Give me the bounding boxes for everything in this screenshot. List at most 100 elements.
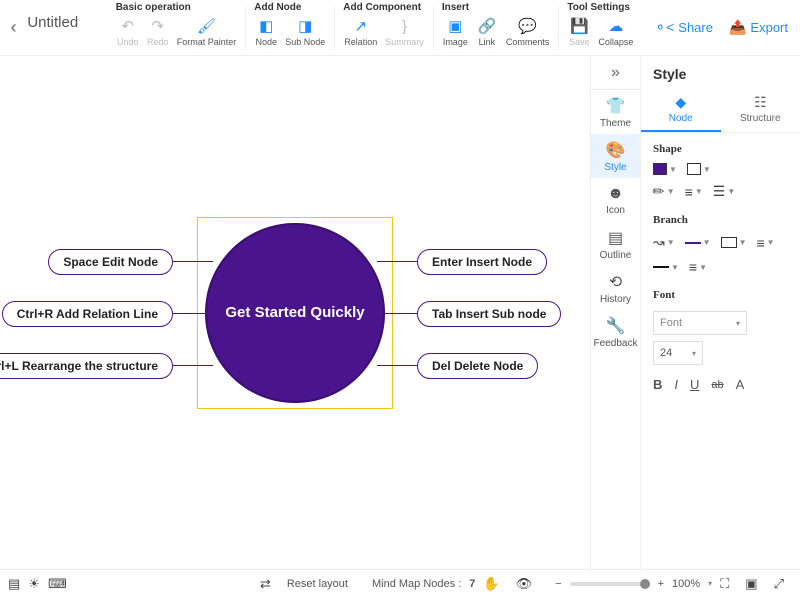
main-area: Get Started Quickly Enter Insert Node Ta…	[0, 56, 800, 569]
zoom-in-button[interactable]: +	[658, 578, 664, 590]
share-button[interactable]: ⚬<Share	[654, 19, 713, 36]
shape-fill-select[interactable]: ▼	[653, 163, 677, 175]
branch-color-select[interactable]: ▼	[685, 238, 711, 247]
leaf-node[interactable]: Tab Insert Sub node	[417, 301, 561, 327]
summary-icon: }	[396, 17, 414, 35]
redo-button[interactable]: ↷Redo	[144, 15, 172, 49]
relation-button[interactable]: ↗Relation	[341, 15, 380, 49]
rail-label: History	[600, 294, 631, 305]
chevron-down-icon[interactable]: ▾	[708, 579, 712, 588]
shape-border-select[interactable]: ▼	[687, 163, 711, 175]
zoom-out-button[interactable]: −	[555, 578, 561, 590]
keyboard-icon[interactable]: ⌨	[48, 576, 67, 592]
summary-button[interactable]: }Summary	[382, 15, 427, 49]
underline-button[interactable]: U	[690, 377, 699, 392]
strikethrough-button[interactable]: ab	[711, 379, 723, 391]
smiley-icon: ☻	[607, 185, 624, 203]
image-icon: ▣	[446, 17, 464, 35]
leaf-node[interactable]: Ctrl+R Add Relation Line	[2, 301, 173, 327]
style-panel: Style ◆Node ☷Structure Shape ▼ ▼ ✎▼ ≡▼ ☰…	[640, 56, 800, 569]
save-button[interactable]: 💾Save	[565, 15, 593, 49]
node-label: Node	[255, 37, 277, 47]
document-title[interactable]: Untitled	[27, 0, 107, 55]
rail-history[interactable]: ⟲History	[591, 266, 640, 310]
font-color-button[interactable]: A	[736, 377, 745, 392]
export-label: Export	[750, 20, 788, 35]
section-branch: Branch	[641, 204, 800, 230]
node-button[interactable]: ◧Node	[252, 15, 280, 49]
leaf-node[interactable]: Space Edit Node	[48, 249, 173, 275]
center-icon[interactable]: ▣	[745, 576, 757, 592]
group-add-component: Add Component ↗Relation }Summary	[335, 0, 433, 55]
lines-icon: ≡	[689, 259, 697, 275]
eye-tool-icon[interactable]: 👁	[516, 576, 533, 592]
format-painter-button[interactable]: 🖌Format Painter	[174, 15, 240, 49]
shape-line-color[interactable]: ✎▼	[653, 183, 675, 200]
collapse-button[interactable]: ☁Collapse	[595, 15, 636, 49]
rail-label: Icon	[606, 205, 625, 216]
italic-button[interactable]: I	[674, 377, 678, 392]
palette-icon: 🎨	[606, 140, 626, 160]
group-header: Insert	[440, 0, 553, 15]
brightness-icon[interactable]: ☀	[28, 576, 40, 592]
branch-style-select[interactable]: ↝▼	[653, 234, 675, 251]
lines-icon: ≡	[685, 184, 693, 200]
node-link	[173, 313, 213, 314]
tab-structure[interactable]: ☷Structure	[721, 88, 800, 132]
reset-layout-icon[interactable]: ⇄	[260, 576, 271, 592]
link-button[interactable]: 🔗Link	[473, 15, 501, 49]
zoom-slider[interactable]	[570, 582, 650, 586]
branch-weight-select[interactable]: ≡▼	[757, 235, 775, 251]
reset-layout-button[interactable]: Reset layout	[287, 578, 348, 590]
chevron-down-icon: ▼	[739, 238, 747, 247]
rect-icon	[721, 237, 737, 248]
leaf-node[interactable]: Del Delete Node	[417, 353, 538, 379]
chevron-down-icon: ▼	[667, 238, 675, 247]
border-swatch-icon	[687, 163, 701, 175]
group-add-node: Add Node ◧Node ◨Sub Node	[246, 0, 334, 55]
chevron-down-icon: ▼	[695, 187, 703, 196]
zoom-thumb[interactable]	[640, 579, 650, 589]
subnode-button[interactable]: ◨Sub Node	[282, 15, 328, 49]
presentation-icon[interactable]: ▤	[8, 576, 20, 592]
rail-icon[interactable]: ☻ Icon	[591, 178, 640, 222]
rail-style[interactable]: 🎨Style	[591, 134, 640, 178]
group-insert: Insert ▣Image 🔗Link 💬Comments	[434, 0, 559, 55]
rail-theme[interactable]: 👕Theme	[591, 90, 640, 134]
rail-outline[interactable]: ▤Outline	[591, 222, 640, 266]
branch-icon: ↝	[653, 234, 665, 251]
rail-feedback[interactable]: 🔧Feedback	[591, 310, 640, 354]
shape-line-weight[interactable]: ☰▼	[713, 183, 735, 200]
nodes-count: 7	[469, 578, 475, 590]
group-tool-settings: Tool Settings 💾Save ☁Collapse	[559, 0, 642, 55]
link-icon: 🔗	[478, 17, 496, 35]
font-size-select[interactable]: 24▾	[653, 341, 703, 365]
branch-line2-select[interactable]: ▼	[653, 263, 679, 272]
tab-node[interactable]: ◆Node	[641, 88, 721, 132]
hand-tool-icon[interactable]: ✋	[483, 576, 499, 592]
chevron-down-icon: ▼	[669, 165, 677, 174]
leaf-node[interactable]: Ctrl+L Rearrange the structure	[0, 353, 173, 379]
image-button[interactable]: ▣Image	[440, 15, 471, 49]
undo-button[interactable]: ↶Undo	[114, 15, 142, 49]
bold-button[interactable]: B	[653, 377, 662, 392]
leaf-node[interactable]: Enter Insert Node	[417, 249, 547, 275]
export-button[interactable]: 📤Export	[729, 19, 788, 36]
branch-rect-select[interactable]: ▼	[721, 237, 747, 248]
back-button[interactable]: ‹	[0, 0, 27, 55]
font-family-select[interactable]: Font▾	[653, 311, 747, 335]
branch-dash-select[interactable]: ≡▼	[689, 259, 707, 275]
structure-tab-icon: ☷	[754, 94, 767, 111]
redo-label: Redo	[147, 37, 169, 47]
mindmap-canvas[interactable]: Get Started Quickly Enter Insert Node Ta…	[0, 56, 590, 569]
group-header: Add Node	[252, 0, 328, 15]
shape-line-style[interactable]: ≡▼	[685, 184, 703, 200]
tab-label: Node	[669, 113, 693, 124]
collapse-rail-button[interactable]: »	[591, 56, 640, 90]
share-label: Share	[678, 20, 713, 35]
comments-button[interactable]: 💬Comments	[503, 15, 553, 49]
group-header: Tool Settings	[565, 0, 636, 15]
center-node[interactable]: Get Started Quickly	[205, 223, 385, 403]
fit-screen-icon[interactable]: ⛶	[720, 576, 729, 592]
fullscreen-icon[interactable]: ⤢	[774, 576, 784, 592]
